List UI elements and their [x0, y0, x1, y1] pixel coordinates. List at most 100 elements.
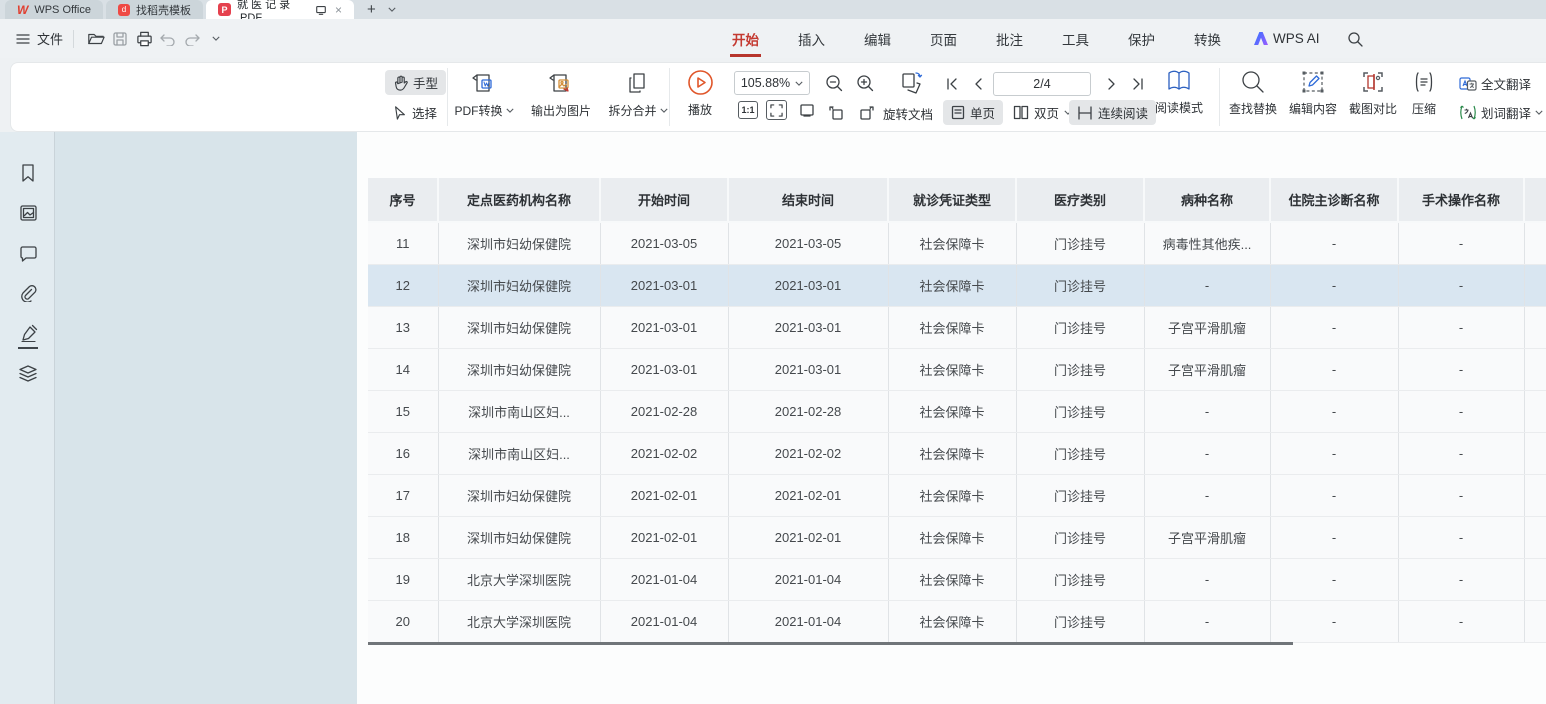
actual-size-button[interactable]: 1:1 — [738, 101, 758, 119]
tab-wps-office[interactable]: W WPS Office — [5, 0, 103, 19]
document-area: 序号定点医药机构名称开始时间结束时间就诊凭证类型医疗类别病种名称住院主诊断名称手… — [0, 132, 1546, 704]
table-cell: 2021-03-01 — [600, 264, 728, 306]
table-row[interactable]: 14深圳市妇幼保健院2021-03-012021-03-01社会保障卡门诊挂号子… — [368, 348, 1546, 390]
export-image-button[interactable]: 输出为图片 — [519, 69, 603, 119]
print-button[interactable] — [132, 27, 156, 51]
column-header: 开始时间 — [600, 178, 728, 222]
table-row[interactable]: 11深圳市妇幼保健院2021-03-052021-03-05社会保障卡门诊挂号病… — [368, 222, 1546, 264]
table-cell: - — [1398, 516, 1524, 558]
table-cell: 深圳市南山区妇... — [438, 432, 600, 474]
table-cell: 深圳市妇幼保健院 — [438, 306, 600, 348]
word-translate-button[interactable]: 划词翻译 — [1459, 103, 1543, 122]
open-file-button[interactable] — [84, 27, 108, 51]
chevron-down-icon — [1535, 110, 1543, 115]
table-cell: - — [1144, 390, 1270, 432]
select-tool-button[interactable]: 选择 — [385, 100, 445, 125]
tab-list-chevron-icon[interactable] — [388, 7, 396, 12]
hand-icon — [393, 75, 408, 91]
table-cell: 病毒性其他疾... — [1144, 222, 1270, 264]
ribbon-tab-edit[interactable]: 编辑 — [858, 19, 897, 58]
ribbon-tab-convert[interactable]: 转换 — [1188, 19, 1227, 58]
rotate-document-button[interactable]: 旋转文档 — [883, 104, 933, 123]
table-row[interactable]: 20北京大学深圳医院2021-01-042021-01-04社会保障卡门诊挂号-… — [368, 600, 1546, 642]
layers-panel-button[interactable] — [15, 360, 41, 386]
ribbon-tabs: 开始 插入 编辑 页面 批注 工具 保护 转换 WPS AI — [726, 19, 1363, 58]
page-number-input[interactable]: 2/4 — [993, 72, 1091, 96]
table-row[interactable]: 19北京大学深圳医院2021-01-042021-01-04社会保障卡门诊挂号-… — [368, 558, 1546, 600]
table-row[interactable]: 18深圳市妇幼保健院2021-02-012021-02-01社会保障卡门诊挂号子… — [368, 516, 1546, 558]
table-cell: 16 — [368, 432, 438, 474]
table-cell: 2021-01-04 — [728, 600, 888, 642]
table-cell: - — [1398, 306, 1524, 348]
column-header: 手术操作名称 — [1398, 178, 1524, 222]
rotate-document-label: 旋转文档 — [883, 104, 933, 123]
table-row[interactable]: 17深圳市妇幼保健院2021-02-012021-02-01社会保障卡门诊挂号-… — [368, 474, 1546, 516]
rotate-right-button[interactable] — [855, 102, 877, 124]
rotate-pages-button[interactable] — [896, 69, 926, 97]
previous-page-button[interactable] — [967, 73, 989, 95]
table-cell: - — [1144, 264, 1270, 306]
ribbon-tab-insert[interactable]: 插入 — [792, 19, 831, 58]
close-tab-icon[interactable]: × — [335, 3, 342, 17]
pdf-file-icon: P — [218, 3, 231, 16]
navigation-sidebar — [0, 132, 55, 704]
ribbon-tab-comment[interactable]: 批注 — [990, 19, 1029, 58]
wps-pdf-window: W WPS Office d 找稻壳模板 P 就 医 记 录 .PDF × + … — [0, 0, 1546, 704]
first-page-button[interactable] — [941, 73, 963, 95]
tab-docer-templates[interactable]: d 找稻壳模板 — [106, 0, 203, 19]
bookmarks-panel-button[interactable] — [15, 160, 41, 186]
undo-icon[interactable] — [156, 27, 180, 51]
redo-icon[interactable] — [180, 27, 204, 51]
continuous-reading-icon — [1077, 106, 1093, 120]
new-tab-icon[interactable]: + — [367, 2, 376, 17]
zoom-in-button[interactable] — [854, 72, 876, 94]
attachments-panel-button[interactable] — [15, 280, 41, 306]
screenshot-compare-label: 截图对比 — [1349, 100, 1397, 117]
table-cell: 子宫平滑肌瘤 — [1144, 306, 1270, 348]
table-cell: 2021-03-01 — [728, 306, 888, 348]
comments-panel-button[interactable] — [15, 240, 41, 266]
table-cell: 社会保障卡 — [888, 432, 1016, 474]
single-page-button[interactable]: 单页 — [943, 100, 1003, 125]
search-icon[interactable] — [1347, 31, 1363, 47]
ribbon-tab-protect[interactable]: 保护 — [1122, 19, 1161, 58]
fit-page-button[interactable] — [766, 100, 787, 120]
read-mode-button[interactable]: 阅读模式 — [1143, 68, 1215, 116]
table-cell — [1524, 432, 1546, 474]
compress-button[interactable]: 压缩 — [1399, 69, 1449, 117]
read-mode-label: 阅读模式 — [1155, 99, 1203, 116]
table-row[interactable]: 12深圳市妇幼保健院2021-03-012021-03-01社会保障卡门诊挂号-… — [368, 264, 1546, 306]
quickbar-chevron-icon[interactable] — [204, 27, 228, 51]
ribbon-tab-tools[interactable]: 工具 — [1056, 19, 1095, 58]
rotate-left-button[interactable] — [825, 102, 847, 124]
file-menu-label: 文件 — [37, 29, 63, 48]
save-button[interactable] — [108, 27, 132, 51]
pdf-convert-button[interactable]: PDF转换 — [446, 69, 522, 119]
column-header: 定点医药机构名称 — [438, 178, 600, 222]
split-merge-button[interactable]: 拆分合并 — [602, 69, 674, 119]
table-cell: 18 — [368, 516, 438, 558]
ribbon-tab-home[interactable]: 开始 — [726, 19, 765, 58]
display-icon[interactable] — [315, 4, 327, 16]
hand-tool-button[interactable]: 手型 — [385, 70, 446, 95]
full-translate-button[interactable]: 全文翻译 — [1459, 74, 1531, 93]
next-page-button[interactable] — [1101, 73, 1123, 95]
fit-width-button[interactable] — [796, 100, 817, 120]
zoom-level-combobox[interactable]: 105.88% — [734, 71, 810, 95]
table-cell: 门诊挂号 — [1016, 264, 1144, 306]
pdf-page[interactable]: 序号定点医药机构名称开始时间结束时间就诊凭证类型医疗类别病种名称住院主诊断名称手… — [357, 132, 1546, 704]
play-button[interactable]: 播放 — [679, 69, 721, 118]
zoom-out-button[interactable] — [823, 72, 845, 94]
ribbon-tab-page[interactable]: 页面 — [924, 19, 963, 58]
table-cell: 2021-02-01 — [728, 474, 888, 516]
table-cell: 社会保障卡 — [888, 348, 1016, 390]
signature-panel-button[interactable] — [15, 320, 41, 346]
tab-document-pdf[interactable]: P 就 医 记 录 .PDF × — [206, 0, 354, 19]
table-row[interactable]: 13深圳市妇幼保健院2021-03-012021-03-01社会保障卡门诊挂号子… — [368, 306, 1546, 348]
thumbnails-panel-button[interactable] — [15, 200, 41, 226]
file-menu[interactable]: 文件 — [16, 29, 63, 48]
wps-ai-button[interactable]: WPS AI — [1254, 31, 1320, 46]
find-replace-label: 查找替换 — [1229, 100, 1277, 117]
table-row[interactable]: 15深圳市南山区妇...2021-02-282021-02-28社会保障卡门诊挂… — [368, 390, 1546, 432]
table-row[interactable]: 16深圳市南山区妇...2021-02-022021-02-02社会保障卡门诊挂… — [368, 432, 1546, 474]
